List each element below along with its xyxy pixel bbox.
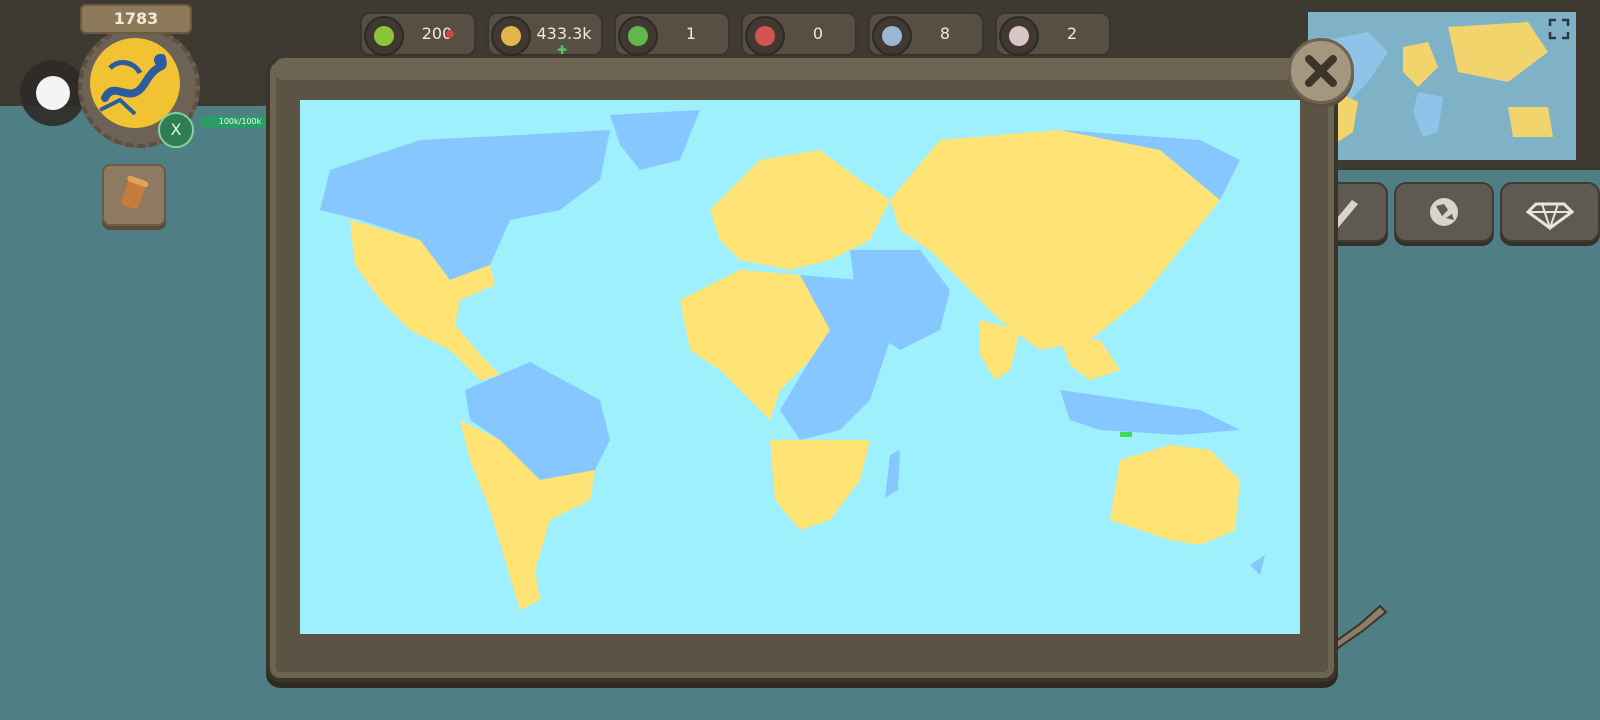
resource-happiness[interactable]: 200 <box>360 12 476 56</box>
indonesia <box>1060 390 1240 435</box>
green-crown-icon <box>618 16 658 56</box>
southeast-asia <box>1060 340 1120 380</box>
coins-icon <box>491 16 531 56</box>
island-decoration-right <box>1330 604 1388 650</box>
fullscreen-icon[interactable] <box>1548 18 1570 40</box>
globe-button[interactable] <box>1394 182 1494 242</box>
blue-crown-icon <box>872 16 912 56</box>
year-badge: 1783 <box>80 4 192 34</box>
joystick-knob[interactable] <box>36 76 70 110</box>
scroll-button[interactable] <box>102 164 166 226</box>
world-map[interactable] <box>300 100 1300 634</box>
new-zealand <box>1250 555 1265 575</box>
scroll-icon <box>121 175 149 209</box>
x-button[interactable]: X <box>158 112 194 148</box>
gems-button[interactable] <box>1500 182 1600 242</box>
decrease-indicator <box>446 30 454 38</box>
globe-icon <box>1430 198 1458 226</box>
close-button[interactable] <box>1288 38 1354 104</box>
madagascar <box>885 450 900 498</box>
smiley-icon <box>364 16 404 56</box>
resource-enemies[interactable]: 0 <box>741 12 857 56</box>
player-highlight <box>1120 432 1132 437</box>
treaty-icon <box>999 16 1039 56</box>
resource-gold[interactable]: 433.3k ✚ <box>487 12 603 56</box>
resource-treaties[interactable]: 2 <box>995 12 1111 56</box>
greenland <box>610 110 700 170</box>
increase-indicator: ✚ <box>557 43 568 57</box>
australia <box>1110 445 1240 545</box>
resource-allies[interactable]: 1 <box>614 12 730 56</box>
resource-neutral[interactable]: 8 <box>868 12 984 56</box>
world-map-svg <box>320 110 1265 610</box>
red-crown-icon <box>745 16 785 56</box>
africa-south <box>770 440 870 530</box>
close-icon <box>1305 55 1337 87</box>
diamond-icon <box>1525 202 1575 232</box>
modal-top-edge <box>274 58 1324 80</box>
india <box>980 320 1020 380</box>
